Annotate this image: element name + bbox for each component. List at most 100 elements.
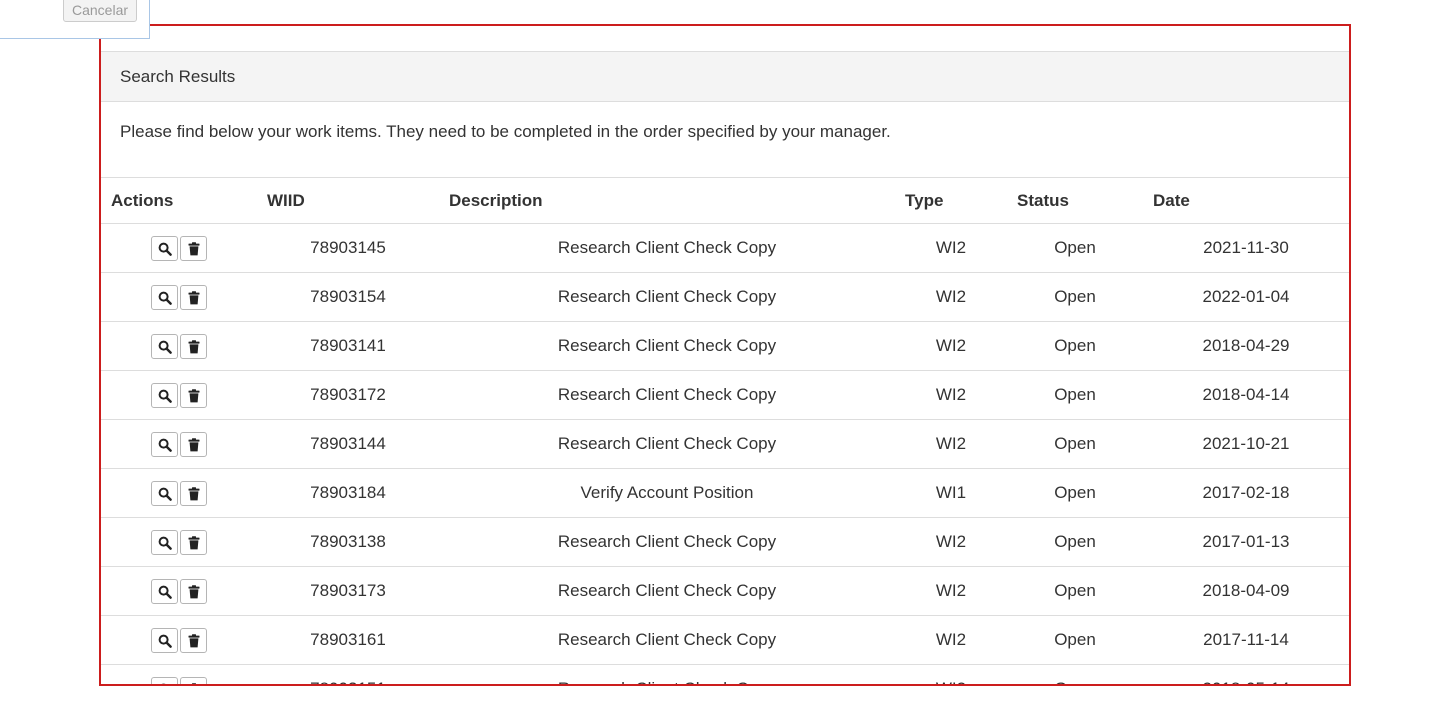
cell-date: 2017-01-13 — [1143, 517, 1349, 567]
view-item-button[interactable] — [151, 382, 178, 408]
row-actions — [101, 517, 257, 567]
column-header-description[interactable]: Description — [439, 177, 895, 224]
cell-type: WI2 — [895, 664, 1007, 684]
view-item-button[interactable] — [151, 676, 178, 684]
delete-item-button[interactable] — [180, 480, 207, 506]
table-row: 78903144 Research Client Check Copy WI2 Ope… — [101, 419, 1349, 469]
delete-item-button[interactable] — [180, 382, 207, 408]
cell-status: Open — [1007, 566, 1143, 616]
delete-item-button[interactable] — [180, 578, 207, 604]
table-row: 78903161 Research Client Check Copy WI2 Ope… — [101, 615, 1349, 665]
table-row: 78903141 Research Client Check Copy WI2 Ope… — [101, 321, 1349, 371]
cell-type: WI2 — [895, 566, 1007, 616]
cell-wiid: 78903145 — [257, 223, 439, 273]
row-actions — [101, 615, 257, 665]
cell-type: WI2 — [895, 223, 1007, 273]
table-row: 78903151Research Client Check CopyWI2Ope… — [101, 664, 1349, 684]
cell-date: 2018-04-29 — [1143, 321, 1349, 371]
row-actions — [101, 223, 257, 273]
cell-status: Open — [1007, 321, 1143, 371]
column-header-date[interactable]: Date — [1143, 177, 1349, 224]
cell-date: 2017-02-18 — [1143, 468, 1349, 518]
cell-description: Research Client Check Copy — [439, 370, 895, 420]
work-items-table: Actions WIID Description Type Status Dat… — [101, 177, 1349, 684]
row-actions — [101, 664, 257, 684]
cell-description: Research Client Check Copy — [439, 615, 895, 665]
row-actions — [101, 370, 257, 420]
delete-item-button[interactable] — [180, 627, 207, 653]
cell-date: 2018-05-14 — [1143, 664, 1349, 684]
row-actions — [101, 321, 257, 371]
cell-date: 2021-11-30 — [1143, 223, 1349, 273]
cancel-button[interactable]: Cancelar — [63, 0, 138, 22]
row-actions — [101, 419, 257, 469]
cell-description: Research Client Check Copy — [439, 321, 895, 371]
panel-title: Search Results — [120, 67, 236, 86]
cell-wiid: 78903151 — [257, 664, 439, 684]
delete-item-button[interactable] — [180, 235, 207, 261]
cell-description: Research Client Check Copy — [439, 517, 895, 567]
cell-wiid: 78903173 — [257, 566, 439, 616]
cell-date: 2018-04-09 — [1143, 566, 1349, 616]
row-actions — [101, 272, 257, 322]
cell-type: WI2 — [895, 321, 1007, 371]
cell-type: WI2 — [895, 272, 1007, 322]
cell-description: Verify Account Position — [439, 468, 895, 518]
panel-heading: Search Results — [101, 51, 1349, 102]
cell-wiid: 78903172 — [257, 370, 439, 420]
cell-description: Research Client Check Copy — [439, 664, 895, 684]
cell-date: 2018-04-14 — [1143, 370, 1349, 420]
cell-wiid: 78903184 — [257, 468, 439, 518]
table-row: 78903173 Research Client Check Copy WI2 Ope… — [101, 566, 1349, 616]
cell-wiid: 78903154 — [257, 272, 439, 322]
view-item-button[interactable] — [151, 578, 178, 604]
table-row: 78903184 Verify Account Position WI1 Open 20… — [101, 468, 1349, 518]
cell-description: Research Client Check Copy — [439, 223, 895, 273]
view-item-button[interactable] — [151, 627, 178, 653]
cell-status: Open — [1007, 419, 1143, 469]
table-header-row: Actions WIID Description Type Status Dat… — [101, 177, 1349, 224]
delete-item-button[interactable] — [180, 529, 207, 555]
panel-intro-text: Please find below your work items. They … — [120, 122, 891, 141]
view-item-button[interactable] — [151, 235, 178, 261]
table-row: 78903154 Research Client Check Copy WI2 Ope… — [101, 272, 1349, 322]
cell-status: Open — [1007, 615, 1143, 665]
table-row: 78903145 Research Client Check Copy WI2 Ope… — [101, 223, 1349, 273]
table-row: 78903138 Research Client Check Copy WI2 Ope… — [101, 517, 1349, 567]
table-row: 78903172 Research Client Check Copy WI2 Ope… — [101, 370, 1349, 420]
view-item-button[interactable] — [151, 284, 178, 310]
delete-item-button[interactable] — [180, 431, 207, 457]
row-actions — [101, 566, 257, 616]
cell-wiid: 78903138 — [257, 517, 439, 567]
cell-type: WI2 — [895, 419, 1007, 469]
table-body: 78903145 Research Client Check Copy WI2 Ope… — [101, 223, 1349, 684]
cell-description: Research Client Check Copy — [439, 272, 895, 322]
row-actions — [101, 468, 257, 518]
cell-date: 2021-10-21 — [1143, 419, 1349, 469]
cell-status: Open — [1007, 517, 1143, 567]
cell-status: Open — [1007, 468, 1143, 518]
view-item-button[interactable] — [151, 480, 178, 506]
cell-status: Open — [1007, 272, 1143, 322]
cell-status: Open — [1007, 370, 1143, 420]
cell-description: Research Client Check Copy — [439, 566, 895, 616]
delete-item-button[interactable] — [180, 333, 207, 359]
cell-type: WI2 — [895, 370, 1007, 420]
cell-date: 2017-11-14 — [1143, 615, 1349, 665]
column-header-type[interactable]: Type — [895, 177, 1007, 224]
view-item-button[interactable] — [151, 431, 178, 457]
column-header-wiid[interactable]: WIID — [257, 177, 439, 224]
column-header-actions: Actions — [101, 177, 257, 224]
column-header-status[interactable]: Status — [1007, 177, 1143, 224]
cell-wiid: 78903161 — [257, 615, 439, 665]
cell-status: Open — [1007, 223, 1143, 273]
search-results-panel: Search Results Please find below your wo… — [99, 24, 1351, 686]
cell-type: WI1 — [895, 468, 1007, 518]
delete-item-button[interactable] — [180, 676, 207, 684]
cell-description: Research Client Check Copy — [439, 419, 895, 469]
cell-type: WI2 — [895, 517, 1007, 567]
view-item-button[interactable] — [151, 333, 178, 359]
view-item-button[interactable] — [151, 529, 178, 555]
cell-status: Open — [1007, 664, 1143, 684]
delete-item-button[interactable] — [180, 284, 207, 310]
